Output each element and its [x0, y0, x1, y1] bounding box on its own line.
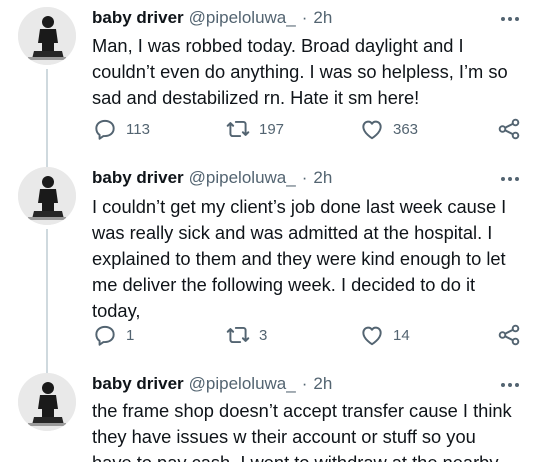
retweet-icon	[226, 120, 250, 138]
like-button[interactable]: 363	[359, 116, 418, 142]
reply-count: 113	[126, 120, 150, 138]
separator: ·	[301, 374, 308, 393]
avatar[interactable]	[18, 167, 76, 225]
like-count: 14	[393, 326, 410, 344]
avatar-photo	[18, 167, 76, 225]
tweet-actions: 113 197 363	[92, 116, 524, 142]
retweet-count: 3	[259, 326, 268, 344]
tweet-2[interactable]: baby driver @pipeloluwa_ · 2h I couldn’t…	[0, 160, 534, 375]
display-name[interactable]: baby driver	[92, 374, 184, 394]
display-name[interactable]: baby driver	[92, 8, 184, 28]
thread-line	[46, 229, 48, 375]
reply-icon	[95, 325, 115, 346]
tweet-text-line: explained to them and they were kind eno…	[92, 248, 506, 269]
timestamp[interactable]: 2h	[313, 374, 332, 394]
tweet-1[interactable]: baby driver @pipeloluwa_ · 2h Man, I was…	[0, 0, 534, 175]
display-name[interactable]: baby driver	[92, 168, 184, 188]
tweet-text: Man, I was robbed today. Broad daylight …	[92, 33, 524, 111]
tweet-header: baby driver @pipeloluwa_ · 2h	[92, 372, 332, 396]
tweet-text-line: have to pay cash. I went to withdraw at …	[92, 450, 524, 462]
tweet-text-line: I couldn’t get my client’s job done last…	[92, 196, 507, 217]
share-icon	[498, 118, 520, 140]
like-button[interactable]: 14	[359, 322, 410, 348]
timestamp[interactable]: 2h	[313, 8, 332, 28]
tweet-text-line: couldn’t even do anything. I was so help…	[92, 61, 508, 82]
avatar[interactable]	[18, 7, 76, 65]
tweet-text: I couldn’t get my client’s job done last…	[92, 194, 524, 324]
more-icon[interactable]	[498, 172, 522, 186]
username[interactable]: @pipeloluwa_	[189, 374, 296, 394]
retweet-count: 197	[259, 120, 285, 138]
tweet-actions: 1 3 14	[92, 322, 524, 348]
tweet-text-line: they have issues w their account or stuf…	[92, 426, 476, 447]
reply-count: 1	[126, 326, 135, 344]
share-button[interactable]	[496, 322, 522, 348]
like-count: 363	[393, 120, 419, 138]
tweet-header: baby driver @pipeloluwa_ · 2h	[92, 166, 332, 190]
tweet-text-line: today,	[92, 300, 141, 321]
avatar-photo	[18, 373, 76, 431]
reply-button[interactable]: 113	[92, 116, 150, 142]
like-icon	[362, 326, 382, 346]
tweet-text-line: was really sick and was admitted at the …	[92, 222, 493, 243]
retweet-button[interactable]: 197	[225, 116, 284, 142]
share-button[interactable]	[496, 116, 522, 142]
username[interactable]: @pipeloluwa_	[189, 168, 296, 188]
separator: ·	[301, 168, 308, 187]
retweet-icon	[226, 326, 250, 344]
avatar-photo	[18, 7, 76, 65]
username[interactable]: @pipeloluwa_	[189, 8, 296, 28]
like-icon	[362, 120, 382, 140]
timestamp[interactable]: 2h	[313, 168, 332, 188]
tweet-text-line: me deliver the following week. I decided…	[92, 274, 476, 295]
more-icon[interactable]	[498, 12, 522, 26]
tweet-header: baby driver @pipeloluwa_ · 2h	[92, 6, 332, 30]
reply-icon	[95, 119, 115, 140]
tweet-text: the frame shop doesn’t accept transfer c…	[92, 398, 524, 462]
tweet-text-line: Man, I was robbed today. Broad daylight …	[92, 35, 464, 56]
tweet-text-line: sad and destabilized rn. Hate it sm here…	[92, 87, 420, 108]
more-icon[interactable]	[498, 378, 522, 392]
tweet-3[interactable]: baby driver @pipeloluwa_ · 2h the frame …	[0, 367, 534, 462]
retweet-button[interactable]: 3	[225, 322, 267, 348]
tweet-text-line: the frame shop doesn’t accept transfer c…	[92, 400, 512, 421]
share-icon	[498, 324, 520, 346]
avatar[interactable]	[18, 373, 76, 431]
separator: ·	[301, 8, 308, 27]
reply-button[interactable]: 1	[92, 322, 134, 348]
